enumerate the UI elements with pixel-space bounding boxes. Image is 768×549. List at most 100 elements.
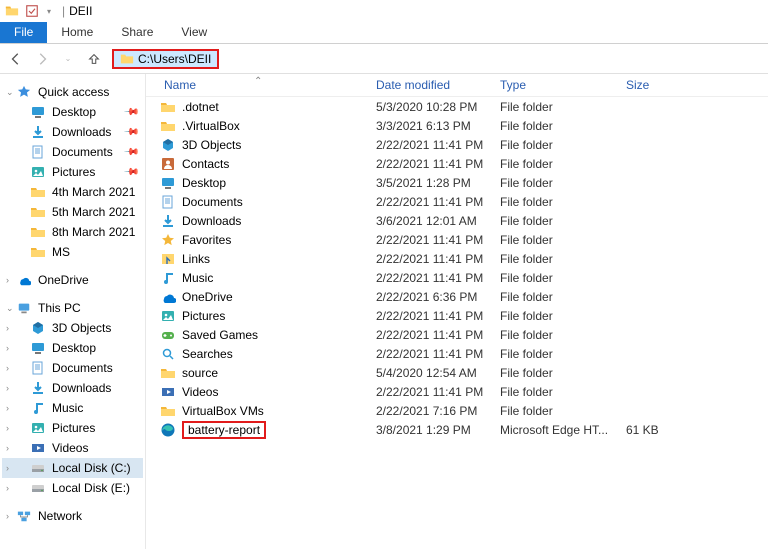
cell-name: Downloads	[160, 213, 376, 229]
title-separator: |	[62, 4, 65, 18]
file-row[interactable]: OneDrive2/22/2021 6:36 PMFile folder	[146, 287, 768, 306]
column-name[interactable]: Name	[160, 78, 376, 92]
sidebar-item[interactable]: › Downloads	[2, 378, 143, 398]
sidebar-item[interactable]: Downloads📌	[2, 122, 143, 142]
file-row[interactable]: Documents2/22/2021 11:41 PMFile folder	[146, 192, 768, 211]
chevron-right-icon[interactable]: ›	[6, 511, 9, 521]
cell-name: source	[160, 365, 376, 381]
chevron-down-icon[interactable]: ⌄	[6, 87, 14, 98]
chevron-down-icon[interactable]: ⌄	[6, 303, 14, 314]
sidebar-item-label: Pictures	[52, 421, 95, 435]
tab-share[interactable]: Share	[107, 22, 167, 43]
network[interactable]: › Network	[2, 506, 143, 526]
chevron-right-icon[interactable]: ›	[6, 383, 9, 393]
file-row[interactable]: Pictures2/22/2021 11:41 PMFile folder	[146, 306, 768, 325]
chevron-right-icon[interactable]: ›	[6, 363, 9, 373]
cell-date: 2/22/2021 11:41 PM	[376, 233, 500, 247]
chevron-right-icon[interactable]: ›	[6, 323, 9, 333]
sidebar-item-label: Music	[52, 401, 83, 415]
cell-type: File folder	[500, 328, 626, 342]
chevron-right-icon[interactable]: ›	[6, 343, 9, 353]
chevron-right-icon[interactable]: ›	[6, 443, 9, 453]
recent-dropdown-icon[interactable]: ⌄	[60, 51, 76, 67]
up-button[interactable]	[86, 51, 102, 67]
sidebar-item[interactable]: 5th March 2021	[2, 202, 143, 222]
pictures-icon	[30, 164, 46, 180]
file-name: Saved Games	[182, 328, 258, 342]
chevron-right-icon[interactable]: ›	[6, 483, 9, 493]
links-icon	[160, 251, 176, 267]
address-highlight[interactable]: C:\Users\DEII	[112, 49, 219, 69]
sidebar-item[interactable]: ›3D Objects	[2, 318, 143, 338]
file-row[interactable]: Favorites2/22/2021 11:41 PMFile folder	[146, 230, 768, 249]
chevron-right-icon[interactable]: ›	[6, 275, 9, 285]
sidebar-item[interactable]: Documents📌	[2, 142, 143, 162]
cell-type: File folder	[500, 119, 626, 133]
sidebar-item[interactable]: ›Desktop	[2, 338, 143, 358]
drive-icon	[30, 460, 46, 476]
chevron-right-icon[interactable]: ›	[6, 423, 9, 433]
chevron-right-icon[interactable]: ›	[6, 463, 9, 473]
cell-name: Links	[160, 251, 376, 267]
cell-date: 2/22/2021 7:16 PM	[376, 404, 500, 418]
file-row[interactable]: .VirtualBox3/3/2021 6:13 PMFile folder	[146, 116, 768, 135]
dropdown-icon[interactable]: ▾	[44, 3, 54, 19]
sidebar-item[interactable]: MS	[2, 242, 143, 262]
file-row[interactable]: Videos2/22/2021 11:41 PMFile folder	[146, 382, 768, 401]
column-headers: Name Date modified Type Size	[146, 74, 768, 97]
cell-type: File folder	[500, 271, 626, 285]
onedrive-icon	[160, 289, 176, 305]
3d-icon	[30, 320, 46, 336]
chevron-right-icon[interactable]: ›	[6, 403, 9, 413]
file-row[interactable]: Searches2/22/2021 11:41 PMFile folder	[146, 344, 768, 363]
file-row[interactable]: Music2/22/2021 11:41 PMFile folder	[146, 268, 768, 287]
folder-icon	[160, 99, 176, 115]
forward-button[interactable]	[34, 51, 50, 67]
file-row[interactable]: .dotnet5/3/2020 10:28 PMFile folder	[146, 97, 768, 116]
tab-home[interactable]: Home	[47, 22, 107, 43]
file-row[interactable]: Contacts2/22/2021 11:41 PMFile folder	[146, 154, 768, 173]
file-name: 3D Objects	[182, 138, 241, 152]
pin-icon: 📌	[122, 144, 139, 161]
onedrive[interactable]: › OneDrive	[2, 270, 143, 290]
cell-date: 3/5/2021 1:28 PM	[376, 176, 500, 190]
sidebar-item[interactable]: Desktop📌	[2, 102, 143, 122]
column-size[interactable]: Size	[626, 78, 696, 92]
sidebar-item[interactable]: ›Videos	[2, 438, 143, 458]
sidebar-item[interactable]: ›Local Disk (E:)	[2, 478, 143, 498]
sidebar-item[interactable]: › Pictures	[2, 418, 143, 438]
file-row[interactable]: source5/4/2020 12:54 AMFile folder	[146, 363, 768, 382]
file-row[interactable]: Saved Games2/22/2021 11:41 PMFile folder	[146, 325, 768, 344]
cell-name: Videos	[160, 384, 376, 400]
sidebar-item-label: Downloads	[52, 381, 111, 395]
file-row[interactable]: Links2/22/2021 11:41 PMFile folder	[146, 249, 768, 268]
file-row[interactable]: battery-report3/8/2021 1:29 PMMicrosoft …	[146, 420, 768, 439]
column-date[interactable]: Date modified	[376, 78, 500, 92]
sidebar-item[interactable]: ›Local Disk (C:)	[2, 458, 143, 478]
music-icon	[160, 270, 176, 286]
quick-access[interactable]: ⌄ Quick access	[2, 82, 143, 102]
cell-type: File folder	[500, 404, 626, 418]
sidebar-item[interactable]: ›Documents	[2, 358, 143, 378]
navigation-pane[interactable]: ⌄ Quick access Desktop📌Downloads📌Documen…	[0, 74, 146, 549]
tab-file[interactable]: File	[0, 22, 47, 43]
sidebar-item[interactable]: 8th March 2021	[2, 222, 143, 242]
file-name: battery-report	[182, 421, 266, 439]
file-row[interactable]: VirtualBox VMs2/22/2021 7:16 PMFile fold…	[146, 401, 768, 420]
file-row[interactable]: Desktop3/5/2021 1:28 PMFile folder	[146, 173, 768, 192]
sidebar-item[interactable]: Pictures📌	[2, 162, 143, 182]
sidebar-item[interactable]: › Music	[2, 398, 143, 418]
file-name: source	[182, 366, 218, 380]
file-list[interactable]: ⌃ Name Date modified Type Size .dotnet5/…	[146, 74, 768, 549]
file-row[interactable]: Downloads3/6/2021 12:01 AMFile folder	[146, 211, 768, 230]
this-pc[interactable]: ⌄ This PC	[2, 298, 143, 318]
tab-view[interactable]: View	[167, 22, 221, 43]
save-icon[interactable]	[24, 3, 40, 19]
back-button[interactable]	[8, 51, 24, 67]
sidebar-item[interactable]: 4th March 2021	[2, 182, 143, 202]
address-bar[interactable]: C:\Users\DEII	[112, 49, 760, 69]
column-type[interactable]: Type	[500, 78, 626, 92]
file-row[interactable]: 3D Objects2/22/2021 11:41 PMFile folder	[146, 135, 768, 154]
cell-name: Music	[160, 270, 376, 286]
file-name: Links	[182, 252, 210, 266]
